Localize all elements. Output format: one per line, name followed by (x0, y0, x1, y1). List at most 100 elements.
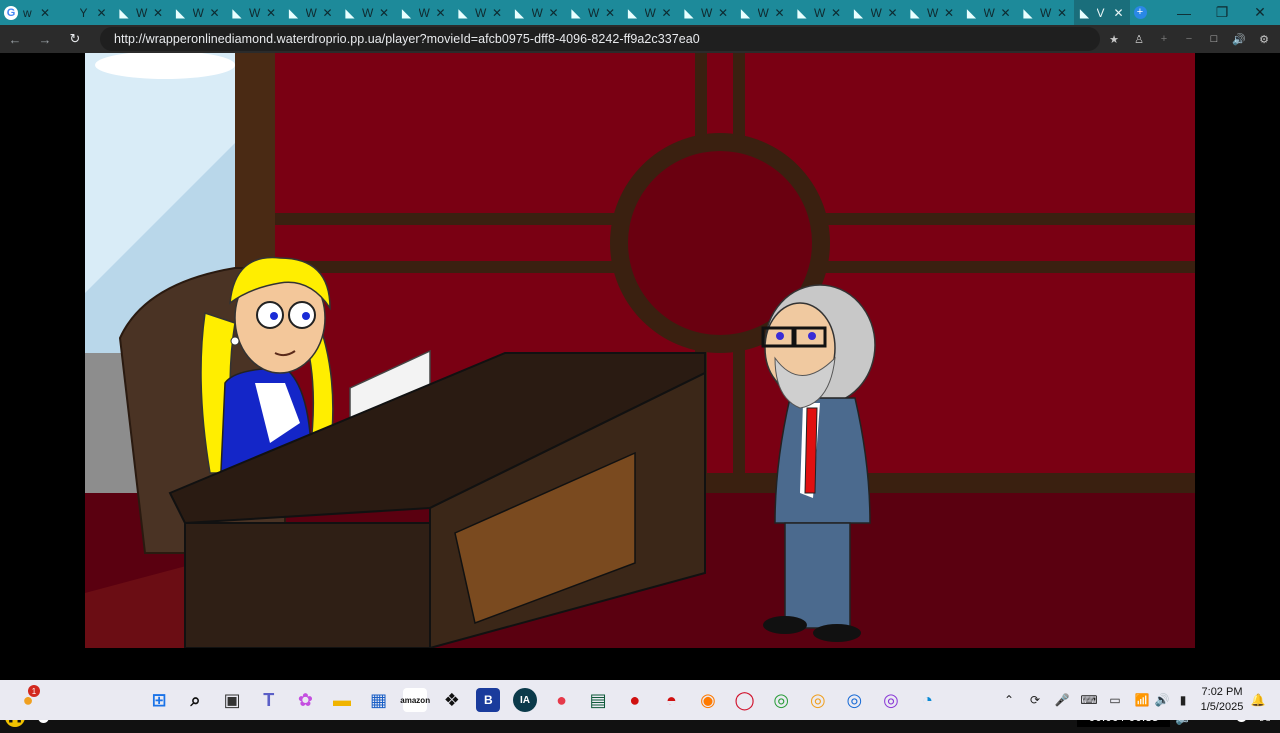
browser-tab[interactable]: ◣ W ✕ (283, 0, 340, 25)
close-tab-icon[interactable]: ✕ (888, 6, 898, 20)
browser-tab[interactable]: ◣ W ✕ (1017, 0, 1074, 25)
close-tab-icon[interactable]: ✕ (605, 6, 615, 20)
close-tab-icon[interactable]: ✕ (436, 6, 446, 20)
browser-toolbar: ← → ↻ http://wrapperonlinediamond.waterd… (0, 25, 1280, 53)
record-icon[interactable]: ● (623, 688, 647, 712)
tab-title: W (136, 5, 148, 20)
browser-tab[interactable]: ◣ W ✕ (226, 0, 283, 25)
display-icon[interactable]: ▭ (1105, 690, 1125, 710)
close-tab-icon[interactable]: ✕ (1001, 6, 1011, 20)
browser-tab[interactable]: Gw ✕ (0, 0, 57, 25)
notification-bell-icon[interactable]: 🔔 (1248, 690, 1268, 710)
teams-icon[interactable]: T (257, 688, 281, 712)
close-tab-icon[interactable]: ✕ (775, 6, 785, 20)
close-tab-icon[interactable]: ✕ (831, 6, 841, 20)
browser-tab[interactable]: ◣ W ✕ (791, 0, 848, 25)
bookmark-star-icon[interactable]: ★ (1101, 25, 1127, 53)
browser-tab[interactable]: ◣ W ✕ (452, 0, 509, 25)
browser-tab[interactable]: ◣ W ✕ (565, 0, 622, 25)
close-tab-icon[interactable]: ✕ (1057, 6, 1067, 20)
wrapper-icon: ◣ (175, 5, 186, 20)
browser-icon[interactable]: ◎ (879, 688, 903, 712)
address-bar[interactable]: http://wrapperonlinediamond.waterdroprio… (100, 27, 1100, 51)
close-tab-icon[interactable]: ✕ (266, 6, 276, 20)
close-tab-icon[interactable]: ✕ (210, 6, 220, 20)
wrapper-icon: ◣ (401, 5, 412, 20)
chromium-icon[interactable]: ◎ (842, 688, 866, 712)
clock[interactable]: 7:02 PM 1/5/2025 (1196, 685, 1248, 715)
tab-title: W (362, 5, 374, 20)
wrapper-icon: ◣ (288, 5, 299, 20)
wrapper-icon: ◣ (797, 5, 807, 20)
sync-icon[interactable]: ⟳ (1025, 690, 1045, 710)
file-explorer-icon[interactable]: ▬ (330, 688, 354, 712)
search-icon[interactable]: ⌕ (184, 688, 208, 712)
wrapper-icon: ◣ (514, 5, 525, 20)
zoom-out-icon[interactable]: − (1176, 25, 1202, 53)
close-tab-icon[interactable]: ✕ (662, 6, 672, 20)
taskview-icon[interactable]: ▣ (220, 688, 244, 712)
chrome-icon[interactable]: ◎ (769, 688, 793, 712)
browser-tab[interactable]: ◣ W ✕ (735, 0, 792, 25)
start-icon[interactable]: ⊞ (147, 688, 171, 712)
browser-tab[interactable]: ◣ W ✕ (961, 0, 1018, 25)
window-icon[interactable]: □ (1201, 25, 1227, 53)
reload-button[interactable]: ↻ (60, 25, 90, 53)
copilot-icon[interactable]: ✿ (293, 688, 317, 712)
close-tab-icon[interactable]: ✕ (97, 6, 107, 20)
store-icon[interactable]: ▦ (367, 688, 391, 712)
opera-icon[interactable]: ◯ (733, 688, 757, 712)
close-tab-icon[interactable]: ✕ (492, 6, 502, 20)
extension-icon[interactable]: ♙ (1126, 25, 1152, 53)
browser-tab[interactable]: ◣ W ✕ (170, 0, 227, 25)
close-tab-icon[interactable]: ✕ (1114, 6, 1124, 20)
close-window-button[interactable]: ✕ (1241, 0, 1279, 25)
microphone-icon[interactable]: 🎤 (1052, 690, 1072, 710)
speaker-icon[interactable]: 🔊 (1152, 690, 1172, 710)
close-tab-icon[interactable]: ✕ (549, 6, 559, 20)
browser-tab[interactable]: ◣ V ✕ (1073, 0, 1130, 25)
close-tab-icon[interactable]: ✕ (323, 6, 333, 20)
forward-button[interactable]: → (30, 25, 60, 53)
close-tab-icon[interactable]: ✕ (379, 6, 389, 20)
browser-tab[interactable]: ◣ W ✕ (113, 0, 170, 25)
tab-audio-icon[interactable]: 🔊 (1226, 25, 1252, 53)
firefox-icon[interactable]: ◉ (696, 688, 720, 712)
settings-icon[interactable]: ⚙ (1251, 25, 1277, 53)
zoom-in-icon[interactable]: + (1151, 25, 1177, 53)
chevron-up-icon[interactable]: ⌃ (999, 690, 1019, 710)
browser-tab[interactable]: Y ✕ (57, 0, 114, 25)
browser-tab[interactable]: ◣ W ✕ (904, 0, 961, 25)
browser-tab[interactable]: ◣ W ✕ (622, 0, 679, 25)
wrapper-icon: ◣ (345, 5, 355, 20)
ia-icon[interactable]: IA (513, 688, 537, 712)
amazon-icon[interactable]: amazon (400, 688, 430, 712)
restore-button[interactable]: ❐ (1203, 0, 1241, 25)
close-tab-icon[interactable]: ✕ (944, 6, 954, 20)
clock-time: 7:02 PM (1201, 686, 1243, 698)
video-player[interactable]: ❚❚ 00:00 / 00:35 🔊 ⛶ (0, 53, 1280, 733)
camera-icon[interactable]: ● (550, 688, 574, 712)
close-tab-icon[interactable]: ✕ (40, 6, 50, 20)
back-button[interactable]: ← (0, 25, 30, 53)
browser-tab[interactable]: ◣ W ✕ (396, 0, 453, 25)
browser-tab[interactable]: ◣ W ✕ (509, 0, 566, 25)
new-tab-button[interactable]: + (1130, 3, 1150, 23)
wrapper-icon: ◣ (966, 5, 977, 20)
b-app-icon[interactable]: B (476, 688, 501, 712)
wifi-icon[interactable]: 📶 (1132, 690, 1152, 710)
browser-tab[interactable]: ◣ W ✕ (848, 0, 905, 25)
close-tab-icon[interactable]: ✕ (718, 6, 728, 20)
close-tab-icon[interactable]: ✕ (153, 6, 163, 20)
edge-icon[interactable]: ◔ (916, 688, 940, 712)
dropbox-icon[interactable]: ❖ (440, 688, 464, 712)
browser-tab[interactable]: ◣ W ✕ (339, 0, 396, 25)
mario-icon[interactable]: ◓ (659, 688, 683, 712)
chrome-canary-icon[interactable]: ◎ (806, 688, 830, 712)
browser-tab[interactable]: ◣ W ✕ (678, 0, 735, 25)
terminal-icon[interactable]: ▤ (586, 688, 610, 712)
minimize-button[interactable]: — (1165, 0, 1203, 25)
tab-title: W (249, 5, 261, 20)
battery-icon[interactable]: ▮ (1173, 690, 1193, 710)
keyboard-icon[interactable]: ⌨ (1079, 690, 1099, 710)
